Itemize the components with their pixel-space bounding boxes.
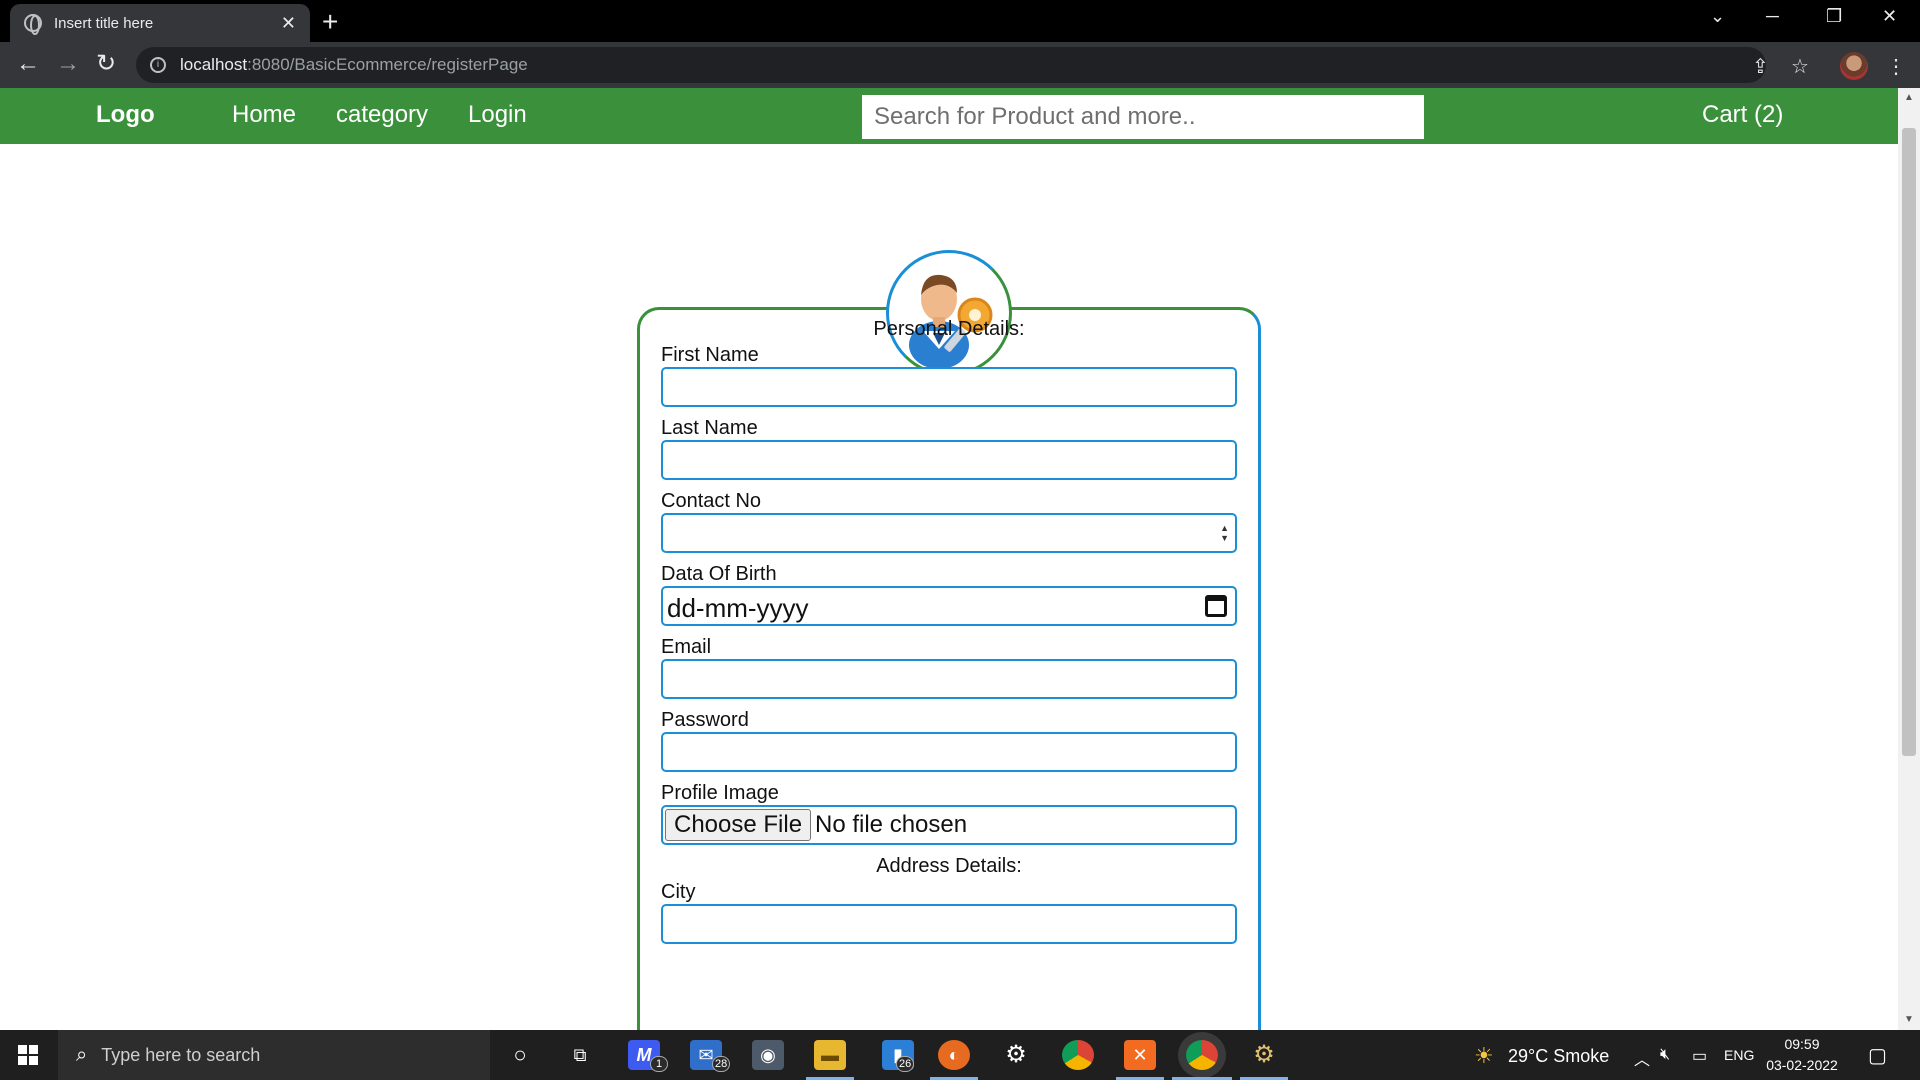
dob-label: Data Of Birth [661,563,777,585]
password-label: Password [661,709,749,731]
calendar-icon[interactable] [1205,595,1227,617]
camera-icon[interactable]: ◉ [752,1040,784,1070]
reload-icon[interactable]: ↻ [96,50,116,78]
first-name-input[interactable] [661,367,1237,407]
minimize-icon[interactable]: ─ [1766,6,1779,27]
nav-category[interactable]: category [336,101,428,129]
share-icon[interactable]: ⇪ [1752,54,1769,79]
choose-file-button[interactable]: Choose File [665,809,812,841]
browser-toolbar: ← → ↻ i localhost :8080/BasicEcommerce/r… [0,42,1920,88]
page-scrollbar[interactable]: ▲ ▼ [1898,88,1920,1030]
bookmark-star-icon[interactable]: ☆ [1791,54,1809,79]
profile-avatar[interactable] [1840,52,1868,80]
taskbar-search-box[interactable]: ⌕ Type here to search [58,1030,490,1080]
tab-search-icon[interactable]: ⌄ [1710,6,1725,27]
dob-input[interactable]: dd-mm-yyyy [661,586,1237,626]
city-label: City [661,881,696,903]
personal-details-heading: Personal Details: [873,318,1025,340]
product-search-input[interactable] [862,95,1424,139]
restore-icon[interactable]: ❐ [1826,6,1842,27]
site-logo[interactable]: Logo [96,101,155,129]
url-host: localhost [180,55,248,74]
user-key-avatar [886,250,1012,376]
xampp-icon[interactable]: ✕ [1124,1040,1156,1070]
taskbar-clock[interactable]: 09:59 03-02-2022 [1762,1034,1842,1076]
firefox-icon[interactable]: ◐ [938,1040,970,1070]
email-label: Email [661,636,712,658]
last-name-input[interactable] [661,440,1237,480]
windows-start-icon[interactable] [18,1045,38,1065]
url-path: :8080/BasicEcommerce/registerPage [247,55,528,74]
notification-center-icon[interactable]: ▢ [1868,1043,1887,1068]
cart-link[interactable]: Cart (2) [1702,101,1783,129]
notes-badge: 26 [896,1056,915,1072]
dob-placeholder: dd-mm-yyyy [667,593,809,623]
email-input[interactable] [661,659,1237,699]
window-close-icon[interactable]: ✕ [1882,6,1897,27]
scroll-down-arrow-icon[interactable]: ▼ [1904,1014,1914,1025]
close-tab-icon[interactable]: ✕ [281,13,296,34]
language-indicator[interactable]: ENG [1724,1047,1754,1063]
clock-time: 09:59 [1784,1036,1820,1052]
page-viewport: Logo Home category Login Cart (2) Person… [0,88,1898,1030]
tab-title: Insert title here [54,14,154,32]
settings-gear-icon[interactable]: ⚙ [1000,1040,1032,1070]
cortana-icon[interactable]: ○ [504,1040,536,1070]
browser-tab[interactable]: Insert title here ✕ [10,4,310,42]
clock-date: 03-02-2022 [1766,1057,1838,1073]
task-view-icon[interactable]: ⧉ [564,1040,596,1070]
nav-home[interactable]: Home [232,101,296,129]
app-m-badge: 1 [650,1056,668,1072]
address-details-heading: Address Details: [876,855,1022,877]
menu-kebab-icon[interactable]: ⋮ [1886,54,1906,79]
address-bar[interactable]: i localhost :8080/BasicEcommerce/registe… [136,47,1766,83]
contact-no-input[interactable]: ▲ ▼ [661,513,1237,553]
last-name-label: Last Name [661,417,758,439]
site-info-icon[interactable]: i [150,57,166,73]
scroll-up-arrow-icon[interactable]: ▲ [1904,92,1914,103]
scrollbar-thumb[interactable] [1902,128,1916,756]
volume-muted-icon[interactable]: 🔇︎ [1660,1046,1670,1064]
file-status-text: No file chosen [815,811,968,838]
profile-image-input[interactable]: Choose File No file chosen [661,805,1237,845]
weather-text[interactable]: 29°C Smoke [1508,1046,1609,1067]
number-spinner-icon[interactable]: ▲ ▼ [1220,523,1229,543]
taskbar-search-text: Type here to search [101,1044,261,1065]
site-navbar: Logo Home category Login Cart (2) [0,88,1898,144]
file-explorer-icon[interactable]: ▬ [814,1040,846,1070]
chrome-icon[interactable] [1062,1040,1094,1070]
forward-icon[interactable]: → [56,50,80,78]
profile-image-label: Profile Image [661,782,779,804]
search-icon: ⌕ [76,1043,88,1066]
app-gear-icon[interactable]: ⚙ [1248,1040,1280,1070]
tray-chevron-icon[interactable]: ︿ [1634,1046,1650,1070]
browser-tab-bar: Insert title here ✕ + ⌄ ─ ❐ ✕ [0,0,1920,42]
password-input[interactable] [661,732,1237,772]
battery-icon[interactable]: ▭ [1692,1046,1707,1066]
new-tab-button[interactable]: + [322,8,338,36]
mail-badge: 28 [712,1056,731,1072]
globe-icon [24,14,42,35]
back-icon[interactable]: ← [16,50,40,78]
contact-no-label: Contact No [661,490,762,512]
windows-taskbar: ⌕ Type here to search ○ ⧉ M 1 ✉ 28 ◉ ▬ ▮… [0,1030,1920,1080]
nav-login[interactable]: Login [468,101,527,129]
first-name-label: First Name [661,344,759,366]
user-key-icon [909,274,993,369]
chrome-active-icon[interactable] [1186,1040,1218,1070]
city-input[interactable] [661,904,1237,944]
weather-icon[interactable]: ☀ [1474,1043,1494,1069]
